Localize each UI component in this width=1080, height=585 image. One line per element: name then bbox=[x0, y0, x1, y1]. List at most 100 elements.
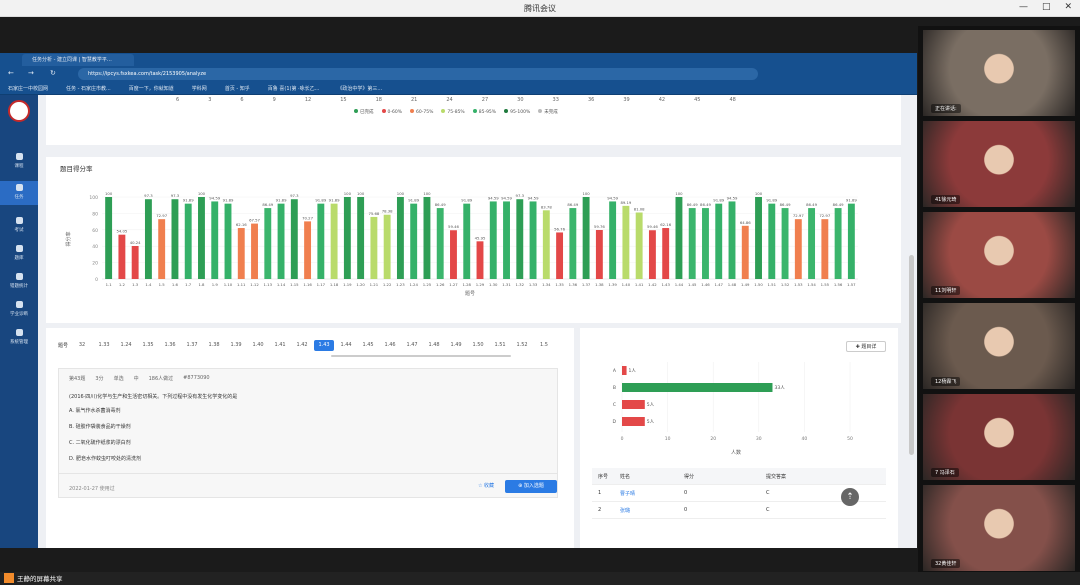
bar bbox=[516, 199, 524, 279]
bookmark-item[interactable]: 百度一下，你就知道 bbox=[129, 85, 174, 92]
bar bbox=[370, 216, 378, 279]
bookmark-item[interactable]: 百鲁 喜(1)第 ·咏长乙... bbox=[268, 85, 320, 92]
x-axis-label: 人数 bbox=[731, 449, 741, 456]
stats-icon bbox=[15, 273, 23, 280]
bookmark-item[interactable]: 石家庄一中校园网 bbox=[8, 85, 48, 92]
answer-count-label: 5人 bbox=[647, 402, 655, 408]
x-tick-label: 1.14 bbox=[277, 282, 286, 287]
bar-value-label: 81.08 bbox=[634, 207, 645, 212]
qnav-item[interactable]: 1.33 bbox=[94, 340, 114, 351]
qnav-item[interactable]: 1.47 bbox=[402, 340, 422, 351]
x-tick-label: 1.38 bbox=[595, 282, 604, 287]
sidebar-item-wrong-stats[interactable]: 错题统计 bbox=[0, 273, 38, 289]
meta-item: 186人做过 bbox=[148, 376, 174, 382]
page-scrollbar[interactable] bbox=[909, 255, 914, 455]
bar-value-label: 78.38 bbox=[382, 209, 393, 214]
qnav-item[interactable]: 1.51 bbox=[490, 340, 510, 351]
sidebar-item-task[interactable]: 任务 bbox=[0, 181, 38, 205]
forward-icon[interactable]: → bbox=[28, 69, 34, 77]
participant-tile[interactable]: 11刘明轩 bbox=[923, 212, 1075, 298]
sidebar-item-exam[interactable]: 考试 bbox=[0, 217, 38, 233]
question-card: 第43题 3分 单选 中 186人做过 #8773090 (2016·四川)化学与生产和生… bbox=[58, 368, 558, 498]
bar bbox=[476, 241, 484, 279]
bookmark-item[interactable]: 《政治中学》第三... bbox=[337, 85, 382, 92]
bar bbox=[317, 203, 325, 279]
x-tick-label: 1.18 bbox=[330, 282, 339, 287]
add-to-selection-button[interactable]: ⊕ 加入选题 bbox=[505, 480, 557, 493]
sidebar-item-diagnosis[interactable]: 学业诊断 bbox=[0, 301, 38, 317]
bookmark-item[interactable]: 首页 - 知乎 bbox=[225, 85, 250, 92]
bar bbox=[622, 205, 630, 279]
qnav-item[interactable]: 1.45 bbox=[358, 340, 378, 351]
top-tick: 42 bbox=[658, 97, 666, 103]
qnav-item[interactable]: 1.42 bbox=[292, 340, 312, 351]
sidebar-item-course[interactable]: 课程 bbox=[0, 153, 38, 169]
bar-value-label: 72.97 bbox=[793, 213, 804, 218]
bar-value-label: 94.59 bbox=[488, 195, 499, 200]
qnav-item[interactable]: 1.48 bbox=[424, 340, 444, 351]
qnav-item[interactable]: 32 bbox=[72, 340, 92, 351]
bookmark-item[interactable]: 学科网 bbox=[192, 85, 207, 92]
qnav-scrollbar[interactable] bbox=[331, 355, 511, 357]
qnav-item[interactable]: 1.41 bbox=[270, 340, 290, 351]
participant-name: 41徐元琦 bbox=[931, 195, 961, 204]
qnav-item[interactable]: 1.39 bbox=[226, 340, 246, 351]
top-tick: 48 bbox=[729, 97, 736, 103]
bar bbox=[529, 201, 537, 279]
participant-tile[interactable]: 32黄佳轩 bbox=[923, 485, 1075, 571]
refresh-icon[interactable]: ↻ bbox=[50, 69, 56, 77]
qnav-item[interactable]: 1.52 bbox=[512, 340, 532, 351]
bar-value-label: 91.89 bbox=[329, 198, 340, 203]
share-label: 王静的屏幕共享 bbox=[17, 575, 63, 583]
sidebar-item-system[interactable]: 系统管理 bbox=[0, 329, 38, 345]
bar-value-label: 86.49 bbox=[700, 202, 711, 207]
x-tick-label: 1.5 bbox=[159, 282, 166, 287]
participant-tile[interactable]: 41徐元琦 bbox=[923, 121, 1075, 207]
sidebar-item-question-bank[interactable]: 题库 bbox=[0, 245, 38, 261]
qnav-item[interactable]: 1.50 bbox=[468, 340, 488, 351]
back-icon[interactable]: ← bbox=[8, 69, 14, 77]
bookmark-item[interactable]: 任务 - 石家庄市教... bbox=[66, 85, 111, 92]
bar-value-label: 100 bbox=[344, 191, 352, 196]
qnav-item[interactable]: 1.5 bbox=[534, 340, 554, 351]
collect-button[interactable]: ☆ 收藏 bbox=[471, 480, 501, 493]
student-name-link[interactable]: 曹子晴 bbox=[620, 490, 684, 497]
bar bbox=[542, 210, 550, 279]
top-tick: 12 bbox=[304, 97, 312, 103]
answer-count-label: 1人 bbox=[629, 368, 637, 374]
student-name-link[interactable]: 张璐 bbox=[620, 507, 684, 514]
bar bbox=[198, 197, 205, 279]
bar bbox=[489, 201, 497, 279]
qnav-item[interactable]: 1.36 bbox=[160, 340, 180, 351]
participant-tile[interactable]: 12杨霖飞 bbox=[923, 303, 1075, 389]
question-detail-button[interactable]: ✚ 题目详 bbox=[846, 341, 886, 352]
maximize-icon[interactable]: □ bbox=[1042, 2, 1051, 12]
qnav-item[interactable]: 1.43 bbox=[314, 340, 335, 351]
back-to-top-button[interactable]: ⇡ bbox=[841, 488, 859, 506]
top-tick: 24 bbox=[446, 97, 453, 103]
qnav-item[interactable]: 1.49 bbox=[446, 340, 466, 351]
bar-value-label: 62.16 bbox=[236, 222, 247, 227]
qnav-item[interactable]: 1.35 bbox=[138, 340, 158, 351]
legend: 已完成 0-60% 60-75% 75-85% 85-95% 95-100% 未完成 bbox=[354, 109, 558, 115]
qnav-item[interactable]: 1.38 bbox=[204, 340, 224, 351]
bank-icon bbox=[15, 245, 23, 252]
x-tick-label: 1.26 bbox=[436, 282, 445, 287]
qnav-item[interactable]: 1.37 bbox=[182, 340, 202, 351]
browser-tab[interactable]: 任务分析 - 建立同课 | 智慧教学平… bbox=[22, 54, 134, 66]
qnav-item[interactable]: 1.44 bbox=[336, 340, 356, 351]
qnav-item[interactable]: 1.46 bbox=[380, 340, 400, 351]
x-tick-label: 1.55 bbox=[821, 282, 830, 287]
close-icon[interactable]: ✕ bbox=[1064, 2, 1072, 12]
qnav-item[interactable]: 1.24 bbox=[116, 340, 136, 351]
qnav-item[interactable]: 1.40 bbox=[248, 340, 268, 351]
url-bar[interactable]: https://ipcys.fsxkea.com/task/2153905/an… bbox=[78, 68, 758, 80]
bar-value-label: 91.89 bbox=[713, 198, 724, 203]
legend-item: 已完成 bbox=[354, 109, 374, 115]
legend-item: 未完成 bbox=[538, 109, 558, 115]
minimize-icon[interactable]: — bbox=[1019, 2, 1028, 12]
participant-tile[interactable]: 7 冯泽石 bbox=[923, 394, 1075, 480]
top-tick: 45 bbox=[694, 97, 701, 103]
top-tick: 27 bbox=[481, 97, 489, 103]
participant-tile[interactable]: 正在讲话: bbox=[923, 30, 1075, 116]
